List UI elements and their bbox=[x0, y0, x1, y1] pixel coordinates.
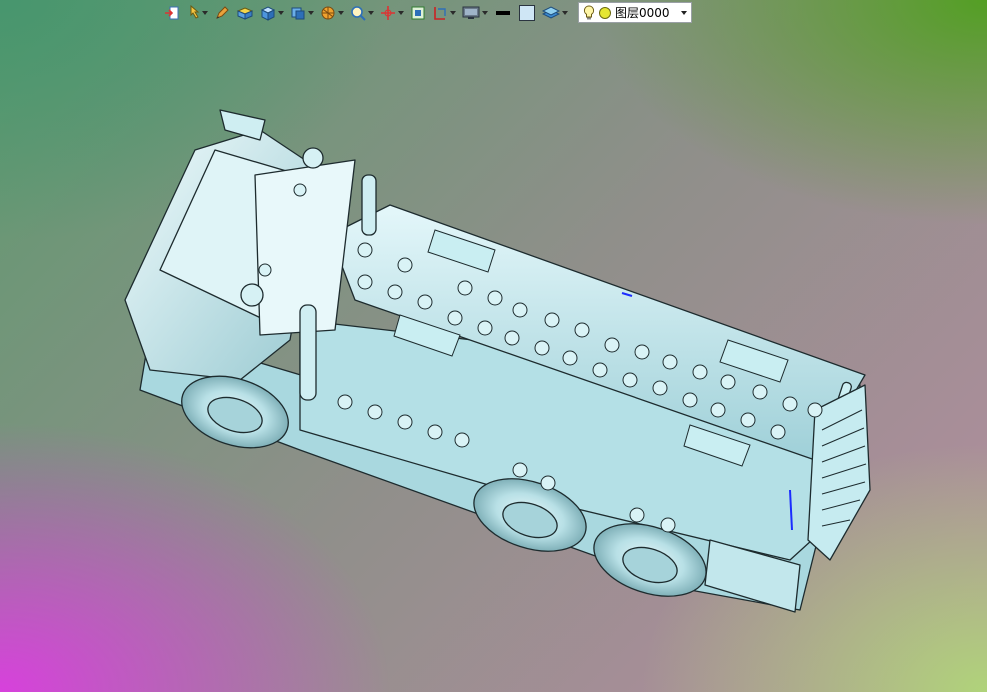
display-monitor-icon[interactable] bbox=[460, 3, 490, 23]
zoom-fit-icon[interactable] bbox=[348, 3, 376, 23]
chevron-down-icon[interactable] bbox=[482, 10, 488, 15]
render-sphere-icon[interactable] bbox=[318, 3, 346, 23]
view-orientation-icon[interactable] bbox=[288, 3, 316, 23]
layer-name: 图层0000 bbox=[615, 6, 670, 20]
import-icon[interactable] bbox=[162, 3, 182, 23]
sketch-pen-icon[interactable] bbox=[212, 3, 232, 23]
section-plane-icon[interactable] bbox=[430, 3, 458, 23]
layer-select[interactable]: 图层0000 bbox=[578, 2, 692, 23]
pan-axis-icon[interactable] bbox=[378, 3, 406, 23]
chevron-down-icon[interactable] bbox=[368, 10, 374, 15]
view-toolbar: 图层0000 bbox=[162, 0, 692, 25]
3d-viewport[interactable]: 图层0000 bbox=[0, 0, 987, 692]
chevron-down-icon[interactable] bbox=[338, 10, 344, 15]
chevron-down-icon[interactable] bbox=[202, 10, 208, 15]
chevron-down-icon[interactable] bbox=[278, 10, 284, 15]
chevron-down-icon[interactable] bbox=[450, 10, 456, 15]
pointer-light-icon[interactable] bbox=[184, 3, 210, 23]
truck-model-render[interactable] bbox=[0, 0, 987, 692]
layer-stack-icon[interactable] bbox=[540, 3, 570, 23]
lightbulb-icon[interactable] bbox=[583, 4, 595, 21]
fill-color-swatch[interactable] bbox=[516, 3, 538, 23]
line-color-swatch[interactable] bbox=[492, 3, 514, 23]
cube-view-icon[interactable] bbox=[258, 3, 286, 23]
chevron-down-icon[interactable] bbox=[681, 10, 687, 15]
frame-select-icon[interactable] bbox=[408, 3, 428, 23]
chevron-down-icon[interactable] bbox=[398, 10, 404, 15]
chevron-down-icon[interactable] bbox=[308, 10, 314, 15]
box-solid-icon[interactable] bbox=[234, 3, 256, 23]
chevron-down-icon[interactable] bbox=[562, 10, 568, 15]
layer-color-dot[interactable] bbox=[598, 6, 612, 20]
